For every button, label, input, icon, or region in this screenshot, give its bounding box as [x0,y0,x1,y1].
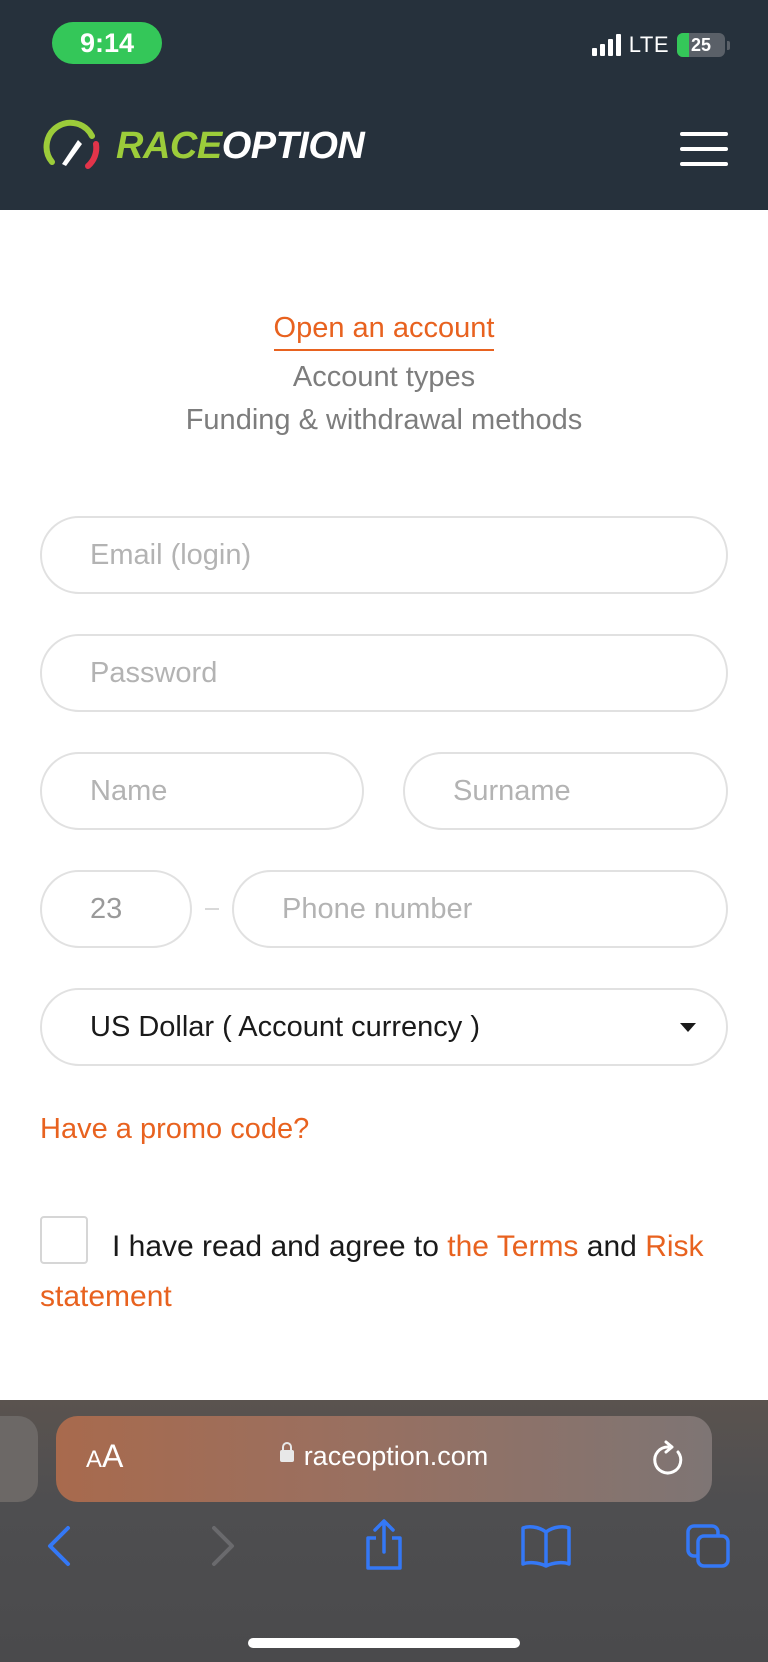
previous-tab-edge[interactable] [0,1416,38,1502]
back-icon[interactable] [44,1524,74,1568]
nav-open-account[interactable]: Open an account [273,312,495,351]
agree-and-text: and [586,1230,637,1263]
password-field[interactable]: Password [40,634,728,712]
agree-statement: I have read and agree to the Terms and R… [40,1222,740,1322]
cellular-signal-icon [591,34,621,56]
url-display[interactable]: raceoption.com [56,1441,712,1472]
share-icon[interactable] [362,1518,406,1572]
name-field[interactable]: Name [40,752,364,830]
battery-tip [727,40,730,50]
network-type: LTE [628,32,669,57]
status-indicators: LTE 25 [591,32,730,58]
agree-prefix-text: I have read and agree to [112,1230,439,1263]
surname-field[interactable]: Surname [403,752,728,830]
terms-link[interactable]: the Terms [447,1230,578,1263]
phone-placeholder: Phone number [282,892,473,925]
tabs-icon[interactable] [684,1522,732,1570]
home-indicator[interactable] [248,1638,520,1648]
forward-icon[interactable] [208,1524,238,1568]
promo-code-link[interactable]: Have a promo code? [40,1113,309,1146]
currency-value: US Dollar ( Account currency ) [90,1010,481,1043]
url-text: raceoption.com [303,1441,489,1471]
logo-wordmark: RACEOPTION [116,124,365,168]
speedometer-logo-icon [43,119,100,169]
name-placeholder: Name [90,774,168,807]
country-code-field[interactable]: 23 [40,870,192,948]
status-time: 9:14 [52,22,162,64]
nav-funding-methods[interactable]: Funding & withdrawal methods [0,404,768,437]
browser-nav-icons [0,1519,768,1584]
battery-level: 25 [690,34,712,55]
hamburger-menu-icon[interactable] [680,132,728,166]
browser-toolbar: AA raceoption.com [0,1400,768,1662]
bookmarks-icon[interactable] [520,1524,572,1568]
logo-option-text: OPTION [221,124,365,167]
address-bar[interactable]: AA raceoption.com [56,1416,712,1502]
reload-icon[interactable] [650,1440,686,1478]
email-placeholder: Email (login) [90,538,252,571]
password-placeholder: Password [90,656,218,689]
surname-placeholder: Surname [453,774,571,807]
top-header: 9:14 LTE 25 RACEOPTION [0,0,768,210]
currency-select[interactable]: US Dollar ( Account currency ) [40,988,728,1066]
account-nav: Open an account Account types Funding & … [0,312,768,437]
country-code-value: 23 [90,892,123,925]
battery-icon: 25 [677,33,725,57]
raceoption-logo[interactable]: RACEOPTION [42,118,365,174]
dropdown-caret-icon [680,1023,696,1032]
lock-icon [279,1441,294,1462]
email-field[interactable]: Email (login) [40,516,728,594]
logo-race-text: RACE [116,124,222,167]
phone-separator [205,908,219,910]
nav-account-types[interactable]: Account types [0,361,768,394]
phone-field[interactable]: Phone number [232,870,728,948]
